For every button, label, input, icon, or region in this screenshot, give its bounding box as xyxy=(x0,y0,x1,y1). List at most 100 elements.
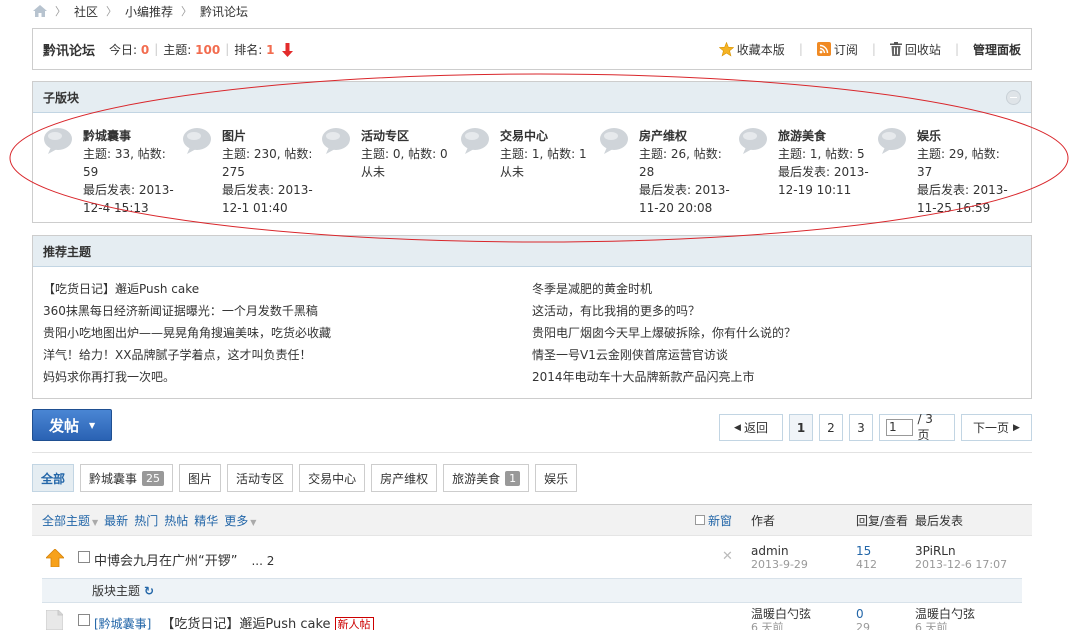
filter-digest[interactable]: 精华 xyxy=(194,512,218,529)
subforum-name[interactable]: 旅游美食 xyxy=(778,127,877,145)
thread-list-header: 全部主题 ▼ 最新 热门 热帖 精华 更多 ▼ 新窗 作者 回复/查看 最后发表 xyxy=(32,504,1032,536)
subforum-stat: 主题: 1, 帖数: 1 xyxy=(500,147,587,161)
subforum-name[interactable]: 黔城囊事 xyxy=(83,127,182,145)
category-tab[interactable]: 全部 xyxy=(32,464,75,492)
subforum-name[interactable]: 图片 xyxy=(222,127,321,145)
chevron-down-icon: ▼ xyxy=(92,517,99,527)
thread-title[interactable]: [黔城囊事] 【吃货日记】邂逅Push cake 新人帖 xyxy=(94,613,374,630)
home-icon[interactable] xyxy=(33,5,47,17)
section-separator: 版块主题 ↻ xyxy=(42,578,1022,603)
recommended-link[interactable]: 冬季是减肥的黄金时机 xyxy=(532,278,1021,300)
category-label: 交易中心 xyxy=(308,471,357,486)
breadcrumb-editor-picks[interactable]: 小编推荐 xyxy=(125,3,173,20)
author-name[interactable]: admin xyxy=(751,544,808,558)
pinned-thread-icon xyxy=(46,549,64,567)
category-tab[interactable]: 黔城囊事 25 xyxy=(80,464,174,492)
reply-count[interactable]: 0 xyxy=(856,607,870,621)
favorite-button[interactable]: 收藏本版 xyxy=(718,41,785,58)
subforum-name[interactable]: 交易中心 xyxy=(500,127,599,145)
last-post-column-header[interactable]: 最后发表 xyxy=(915,512,963,529)
last-post-user[interactable]: 3PiRLn xyxy=(915,544,1007,558)
subforum-item[interactable]: 房产维权 主题: 26, 帖数: 28 最后发表: 2013- 11-20 20:08 xyxy=(599,127,738,217)
collapse-icon[interactable] xyxy=(1006,89,1021,105)
filter-hot[interactable]: 热门 xyxy=(134,512,158,529)
page-jump: 1 / 3 页 xyxy=(879,412,955,442)
recommended-link[interactable]: 360抹黑每日经济新闻证据曝光：一个月发数千黑稿 xyxy=(43,300,532,322)
category-label: 旅游美食 xyxy=(452,471,501,486)
new-window-toggle[interactable]: 新窗 xyxy=(695,512,732,529)
thread-pages[interactable]: ... 2 xyxy=(251,554,274,568)
category-count: 1 xyxy=(505,470,521,486)
recommended-link[interactable]: 2014年电动车十大品牌新款产品闪亮上市 xyxy=(532,366,1021,388)
subforum-stat: 主题: 26, 帖数: 28 xyxy=(639,147,722,179)
subforum-name[interactable]: 活动专区 xyxy=(361,127,460,145)
new-post-label: 发帖 xyxy=(49,416,80,435)
recommended-link[interactable]: 【吃货日记】邂逅Push cake xyxy=(43,278,532,300)
filter-hot-posts[interactable]: 热帖 xyxy=(164,512,188,529)
category-tab[interactable]: 交易中心 xyxy=(299,464,366,492)
triangle-right-icon: ▶ xyxy=(1013,422,1020,433)
subforum-stat: 主题: 33, 帖数: 59 xyxy=(83,147,166,179)
recommended-link[interactable]: 这活动，有比我捐的更多的吗？ xyxy=(532,300,1021,322)
recommended-link[interactable]: 贵阳小吃地图出炉——晃晃角角搜遍美味，吃货必收藏 xyxy=(43,322,532,344)
subforum-stat: 从未 xyxy=(500,165,525,179)
filter-latest[interactable]: 最新 xyxy=(104,512,128,529)
page-jump-input[interactable]: 1 xyxy=(886,419,914,436)
category-filter: 全部 黔城囊事 25 图片 活动专区 交易中心 房产维权 旅游美食 1 娱乐 xyxy=(32,464,578,492)
admin-panel-button[interactable]: 管理面板 xyxy=(973,41,1021,58)
subforum-stat: 最后发表: 2013- xyxy=(778,165,869,179)
new-window-checkbox[interactable] xyxy=(695,515,705,525)
recommended-link[interactable]: 贵阳电厂烟囱今天早上爆破拆除，你有什么说的？ xyxy=(532,322,1021,344)
back-button[interactable]: ◀ 返回 xyxy=(719,414,783,441)
subforum-item[interactable]: 图片 主题: 230, 帖数: 275 最后发表: 2013- 12-1 01:40 xyxy=(182,127,321,217)
reply-view-column-header[interactable]: 回复/查看 xyxy=(856,512,908,529)
thread-title[interactable]: 中博会九月在广州“开锣”... 2 xyxy=(94,550,274,569)
subforum-item[interactable]: 交易中心主题: 1, 帖数: 1 从未 xyxy=(460,127,599,217)
subforum-stat: 最后发表: 2013- xyxy=(222,183,313,197)
category-tab[interactable]: 活动专区 xyxy=(227,464,294,492)
thread-checkbox[interactable] xyxy=(78,614,90,626)
category-label: 房产维权 xyxy=(380,471,429,486)
page-1[interactable]: 1 xyxy=(789,414,813,441)
breadcrumb-community[interactable]: 社区 xyxy=(74,3,98,20)
category-tab[interactable]: 图片 xyxy=(179,464,222,492)
subforum-name[interactable]: 房产维权 xyxy=(639,127,738,145)
recommended-link[interactable]: 洋气！给力！XX品牌腻子学着点，这才叫负责任！ xyxy=(43,344,532,366)
category-tab[interactable]: 房产维权 xyxy=(371,464,438,492)
page-3[interactable]: 3 xyxy=(849,414,873,441)
close-icon[interactable]: ✕ xyxy=(722,549,733,564)
page-2[interactable]: 2 xyxy=(819,414,843,441)
subscribe-button[interactable]: 订阅 xyxy=(816,41,858,58)
filter-more[interactable]: 更多 ▼ xyxy=(224,512,256,529)
refresh-icon[interactable]: ↻ xyxy=(144,584,154,598)
breadcrumb-forum[interactable]: 黔讯论坛 xyxy=(200,3,248,20)
last-post-user[interactable]: 温暖白勺弦 xyxy=(915,607,975,621)
thread-checkbox[interactable] xyxy=(78,551,90,563)
new-post-button[interactable]: 发帖 ▼ xyxy=(32,409,112,441)
recommended-link[interactable]: 情圣一号V1云金刚侠首席运营官访谈 xyxy=(532,344,1021,366)
subforum-name[interactable]: 娱乐 xyxy=(917,127,1016,145)
category-label: 全部 xyxy=(41,471,66,486)
author-name[interactable]: 温暖白勺弦 xyxy=(751,607,811,621)
thread-category-tag[interactable]: [黔城囊事] xyxy=(94,617,151,630)
subforum-item[interactable]: 黔城囊事 主题: 33, 帖数: 59 最后发表: 2013- 12-4 15:13 xyxy=(43,127,182,217)
recommended-link[interactable]: 妈妈求你再打我一次吧。 xyxy=(43,366,532,388)
subforum-item[interactable]: 活动专区 主题: 0, 帖数: 0 从未 xyxy=(321,127,460,217)
forum-name: 黔讯论坛 xyxy=(43,43,96,59)
category-tab[interactable]: 旅游美食 1 xyxy=(443,464,530,492)
subforum-item[interactable]: 娱乐 主题: 29, 帖数: 37 最后发表: 2013- 11-25 16:59 xyxy=(877,127,1016,217)
chevron-down-icon: ▼ xyxy=(250,517,257,527)
reply-count[interactable]: 15 xyxy=(856,544,877,558)
subforum-stat: 主题: 230, 帖数: xyxy=(222,147,313,161)
forum-bubble-icon xyxy=(878,128,906,154)
category-tab[interactable]: 娱乐 xyxy=(535,464,578,492)
recycle-bin-button[interactable]: 回收站 xyxy=(889,41,941,58)
next-page-button[interactable]: 下一页 ▶ xyxy=(961,414,1032,441)
forum-bubble-icon xyxy=(461,128,489,154)
today-stat: 今日: 0 xyxy=(109,42,150,57)
recommended-title: 推荐主题 xyxy=(43,244,92,259)
subforum-stat: 最后发表: 2013- xyxy=(83,183,174,197)
filter-all[interactable]: 全部主题 ▼ xyxy=(42,512,98,529)
subforum-item[interactable]: 旅游美食 主题: 1, 帖数: 5 最后发表: 2013- 12-19 10:11 xyxy=(738,127,877,217)
thread-author: admin 2013-9-29 xyxy=(751,544,808,572)
